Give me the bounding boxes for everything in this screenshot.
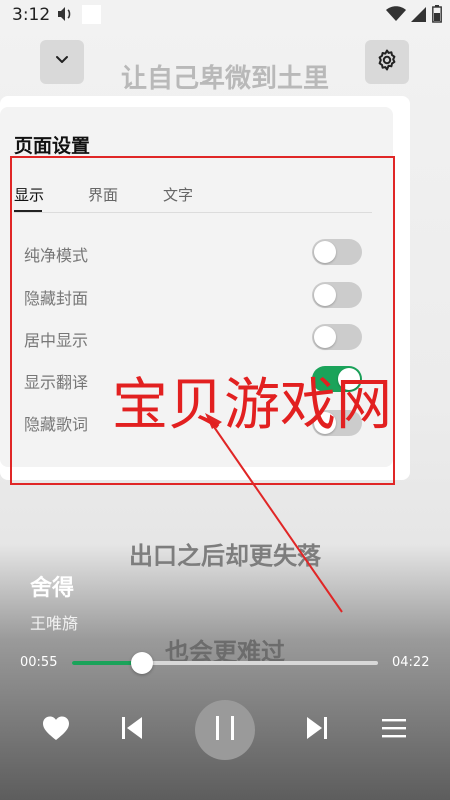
next-button[interactable]: [299, 712, 335, 748]
play-pause-button[interactable]: [195, 700, 255, 760]
playlist-icon: [381, 717, 407, 743]
like-button[interactable]: [38, 712, 74, 748]
pause-icon: [213, 714, 237, 746]
heart-icon: [42, 715, 70, 745]
progress-slider[interactable]: [72, 652, 378, 674]
skip-next-icon: [305, 715, 329, 745]
total-time: 04:22: [392, 655, 430, 670]
watermark-text: 宝贝游戏网: [112, 373, 392, 438]
song-artist: 王唯旖: [30, 614, 79, 633]
playlist-button[interactable]: [376, 712, 412, 748]
current-time: 00:55: [20, 655, 58, 670]
previous-button[interactable]: [114, 712, 150, 748]
skip-previous-icon: [120, 715, 144, 745]
song-title: 舍得: [30, 576, 75, 601]
